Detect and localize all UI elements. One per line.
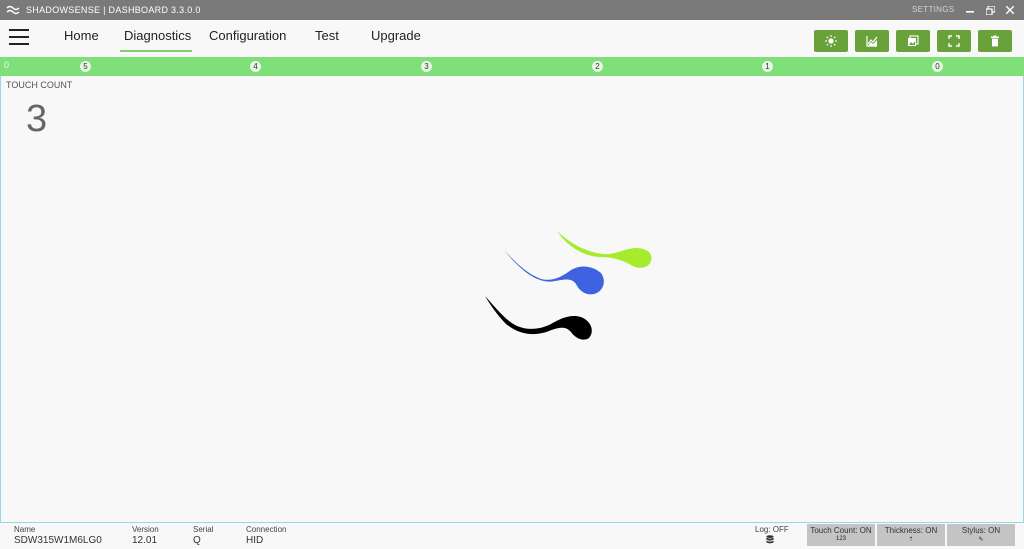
menu-icon[interactable] — [9, 29, 29, 45]
version-label: Version — [132, 525, 159, 534]
trash-icon — [991, 35, 999, 47]
ruler-tick: 3 — [421, 61, 432, 72]
connection-label: Connection — [246, 525, 287, 534]
trash-button[interactable] — [978, 30, 1012, 52]
touch-stroke-blue — [504, 250, 604, 295]
shadowsense-logo-icon — [6, 5, 20, 15]
stylus-toggle-label: Stylus: ON — [961, 526, 1001, 535]
fullscreen-icon — [948, 35, 960, 47]
name-label: Name — [14, 525, 36, 534]
touch-strokes — [485, 231, 652, 340]
tab-test[interactable]: Test — [315, 28, 339, 43]
ruler-tick: 0 — [932, 61, 943, 72]
ruler-tick: 5 — [80, 61, 91, 72]
thickness-toggle-label: Thickness: ON — [884, 526, 938, 535]
tab-upgrade[interactable]: Upgrade — [371, 28, 421, 43]
serial-label: Serial — [193, 525, 214, 534]
version-value: 12.01 — [132, 535, 158, 546]
image-icon — [908, 35, 919, 46]
touch-count-toggle[interactable]: Touch Count: ON 123 — [807, 524, 875, 546]
minimize-icon[interactable] — [962, 2, 978, 18]
app-title: SHADOWSENSE | DASHBOARD 3.3.0.0 — [26, 5, 201, 15]
touch-stroke-black — [485, 296, 592, 340]
chart-icon — [866, 36, 878, 47]
connection-value: HID — [246, 535, 264, 546]
ruler-tick: 2 — [592, 61, 603, 72]
thickness-icon: ⇡ — [908, 537, 914, 543]
touch-count-toggle-label: Touch Count: ON — [810, 526, 872, 535]
database-icon — [766, 535, 774, 544]
restore-icon[interactable] — [982, 2, 998, 18]
stylus-toggle[interactable]: Stylus: ON ✎ — [947, 524, 1015, 546]
brightness-button[interactable] — [814, 30, 848, 52]
close-icon[interactable] — [1002, 2, 1018, 18]
tab-diagnostics[interactable]: Diagnostics — [124, 28, 191, 43]
tab-configuration[interactable]: Configuration — [209, 28, 286, 43]
title-bar: SHADOWSENSE | DASHBOARD 3.3.0.0 SETTINGS — [0, 0, 1024, 20]
nav-bar: Home Diagnostics Configuration Test Upgr… — [0, 20, 1024, 56]
numbers-icon: 123 — [835, 536, 846, 542]
name-value: SDW315W1M6LG0 — [14, 535, 102, 546]
brightness-icon — [825, 35, 837, 47]
serial-value: Q — [193, 535, 201, 546]
touch-canvas[interactable]: TOUCH COUNT 3 — [0, 76, 1024, 523]
status-bar: Name SDW315W1M6LG0 Version 12.01 Serial … — [0, 523, 1024, 549]
log-toggle[interactable]: Log: OFF — [755, 525, 789, 534]
pen-icon: ✎ — [978, 537, 984, 543]
fullscreen-button[interactable] — [937, 30, 971, 52]
ruler-tick: 1 — [762, 61, 773, 72]
chart-button[interactable] — [855, 30, 889, 52]
touch-ruler: 0 5 4 3 2 1 0 — [0, 57, 1024, 76]
active-tab-indicator — [120, 50, 192, 52]
settings-link[interactable]: SETTINGS — [912, 5, 954, 14]
ruler-tick: 4 — [250, 61, 261, 72]
ruler-zero-label: 0 — [4, 60, 10, 70]
tab-home[interactable]: Home — [64, 28, 99, 43]
image-button[interactable] — [896, 30, 930, 52]
thickness-toggle[interactable]: Thickness: ON ⇡ — [877, 524, 945, 546]
touch-stroke-green — [557, 231, 652, 268]
